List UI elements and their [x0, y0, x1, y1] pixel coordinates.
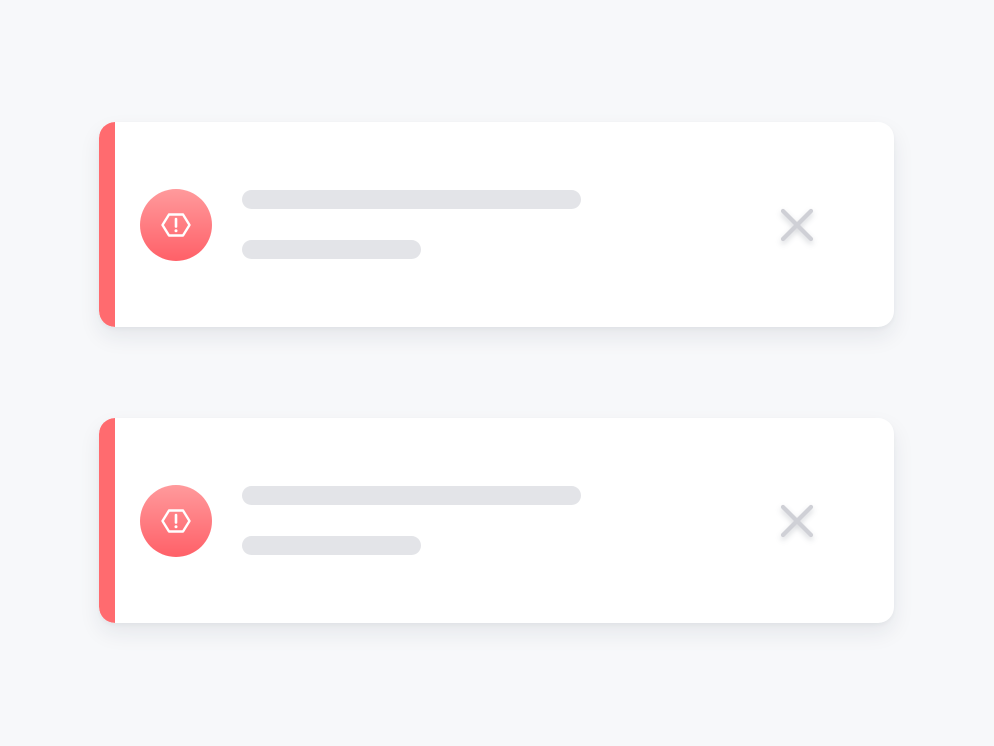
warning-hexagon-icon: [140, 189, 212, 261]
alert-message-placeholder: [242, 240, 421, 259]
alert-accent-bar: [99, 122, 115, 327]
alert-title-placeholder: [242, 190, 581, 209]
close-button[interactable]: [775, 499, 819, 543]
close-button[interactable]: [775, 203, 819, 247]
error-alert-card: [99, 122, 894, 327]
error-alert-card: [99, 418, 894, 623]
alert-message-placeholder: [242, 536, 421, 555]
close-icon: [780, 208, 814, 242]
alert-title-placeholder: [242, 486, 581, 505]
alert-accent-bar: [99, 418, 115, 623]
warning-hexagon-icon: [140, 485, 212, 557]
close-icon: [780, 504, 814, 538]
